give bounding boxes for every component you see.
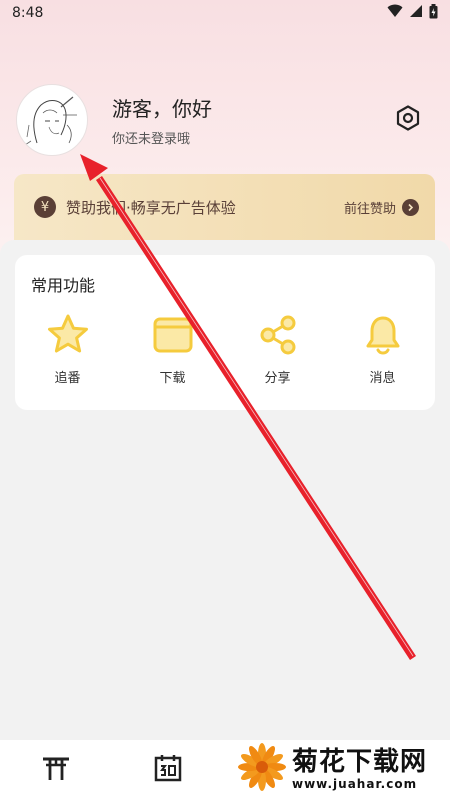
sponsor-text: 赞助我们·畅享无广告体验: [66, 198, 236, 217]
status-time: 8:48: [12, 5, 44, 21]
feature-label: 下载: [159, 371, 186, 386]
feature-follow-anime[interactable]: 追番: [28, 313, 108, 393]
torii-gate-icon: [41, 755, 71, 785]
go-sponsor-label: 前往赞助: [343, 201, 396, 217]
folder-icon: [151, 313, 195, 357]
common-functions-card: 常用功能 追番 下载 分享 消息: [15, 255, 435, 410]
watermark-title: 菊花下载网: [292, 747, 428, 777]
feature-row: 追番 下载 分享 消息: [15, 313, 435, 393]
chrysanthemum-logo-icon: [238, 743, 286, 795]
login-status-text[interactable]: 你还未登录哦: [112, 128, 212, 147]
chevron-right-icon: [402, 198, 419, 216]
guest-greeting[interactable]: 游客，你好: [112, 93, 212, 122]
watermark-text-group: 菊花下载网 www.juahar.com: [292, 747, 427, 791]
feature-share[interactable]: 分享: [238, 313, 318, 393]
settings-hexagon-icon: [394, 104, 422, 136]
battery-icon: [429, 3, 438, 23]
bell-icon: [361, 313, 405, 357]
card-title: 常用功能: [31, 276, 96, 295]
wifi-icon: [387, 4, 403, 22]
calendar-icon: [154, 754, 182, 786]
site-watermark: 菊花下载网 www.juahar.com: [238, 743, 444, 795]
profile-text: 游客，你好 你还未登录哦: [112, 93, 212, 147]
feature-label: 消息: [369, 371, 396, 386]
watermark-url: www.juahar.com: [292, 777, 418, 791]
sponsor-banner[interactable]: ¥ 赞助我们·畅享无广告体验 前往赞助: [14, 174, 435, 240]
yen-icon: ¥: [34, 196, 56, 218]
feature-label: 追番: [54, 371, 81, 386]
avatar[interactable]: [16, 84, 88, 156]
nav-schedule[interactable]: [112, 754, 224, 786]
settings-button[interactable]: [392, 104, 424, 136]
feature-messages[interactable]: 消息: [343, 313, 423, 393]
nav-home[interactable]: [0, 755, 112, 785]
status-bar: 8:48: [0, 0, 450, 26]
feature-download[interactable]: 下载: [133, 313, 213, 393]
go-sponsor-link[interactable]: 前往赞助: [344, 198, 419, 217]
status-icons: [387, 3, 438, 23]
star-icon: [46, 313, 90, 357]
share-icon: [256, 313, 300, 357]
feature-label: 分享: [264, 371, 291, 386]
cellular-signal-icon: [409, 4, 423, 22]
profile-section: 游客，你好 你还未登录哦: [16, 82, 434, 158]
